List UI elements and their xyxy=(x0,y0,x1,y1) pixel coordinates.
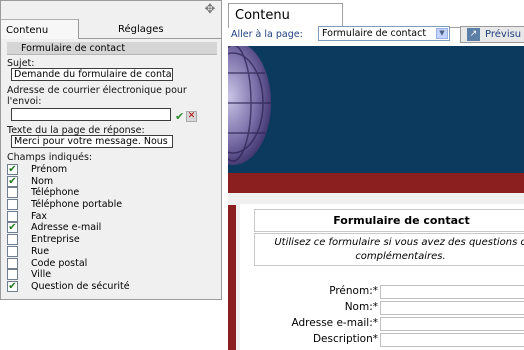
close-icon[interactable]: ✕ xyxy=(186,111,197,122)
email-label-line1: Adresse de courrier électronique pour xyxy=(7,85,187,96)
form-label-prenom: Prénom:* xyxy=(329,285,378,297)
checkbox-nom[interactable]: ✔ xyxy=(7,175,18,187)
editor-tabs: Contenu Réglages xyxy=(1,19,221,39)
checkbox-code-postal[interactable] xyxy=(7,257,18,269)
accent-band xyxy=(228,173,524,193)
globe-graphic xyxy=(228,46,271,165)
goto-page-label: Aller à la page: xyxy=(231,29,303,40)
preview-button[interactable]: ↗ Prévisu xyxy=(460,26,524,43)
checkbox-telephone-portable[interactable] xyxy=(7,199,18,211)
field-row-email: ✔ Adresse e-mail xyxy=(7,222,207,234)
field-checklist: ✔ Prénom ✔ Nom Téléphone Téléphone porta… xyxy=(7,164,207,293)
page-select[interactable]: Formulaire de contact ▼ xyxy=(318,26,450,41)
field-label-fax: Fax xyxy=(31,210,48,222)
field-row-code-postal: Code postal xyxy=(7,257,207,270)
email-label-line2: l'envoi: xyxy=(7,96,42,107)
checkbox-fax[interactable] xyxy=(7,210,18,222)
field-row-telephone: Téléphone xyxy=(7,187,207,199)
section-title: Formulaire de contact xyxy=(7,42,217,55)
form-label-email: Adresse e-mail:* xyxy=(291,317,378,329)
checkbox-prenom[interactable]: ✔ xyxy=(7,164,18,175)
field-label-entreprise: Entreprise xyxy=(31,234,80,246)
field-row-question-securite: ✔ Question de sécurité xyxy=(7,280,207,293)
checkbox-question-securite[interactable]: ✔ xyxy=(7,280,18,292)
chevron-down-icon[interactable]: ▼ xyxy=(436,28,448,39)
tab-contenu[interactable]: Contenu xyxy=(1,19,79,39)
checkbox-ville[interactable] xyxy=(7,269,18,281)
checkbox-telephone[interactable] xyxy=(7,187,18,199)
tab-reglages[interactable]: Réglages xyxy=(113,19,203,39)
page-select-value: Formulaire de contact xyxy=(322,28,427,39)
checkmark-icon[interactable]: ✔ xyxy=(175,111,184,123)
field-row-ville: Ville xyxy=(7,269,207,281)
reply-input[interactable]: Merci pour votre message. Nous xyxy=(11,135,173,148)
move-icon[interactable]: ✥ xyxy=(203,3,217,17)
field-row-nom: ✔ Nom xyxy=(7,175,207,188)
form-label-description: Description* xyxy=(312,333,378,345)
tab-contenu-main[interactable]: Contenu xyxy=(228,3,343,28)
accent-stripe xyxy=(228,205,236,350)
field-label-telephone: Téléphone xyxy=(31,187,80,199)
form-intro-line1: Utilisez ce formulaire si vous avez des … xyxy=(274,237,524,248)
editor-panel: ✥ Contenu Réglages Formulaire de contact… xyxy=(0,0,222,300)
preview-label: Prévisu xyxy=(485,29,522,40)
field-label-ville: Ville xyxy=(31,269,52,281)
form-label-nom: Nom:* xyxy=(344,301,378,313)
field-row-fax: Fax xyxy=(7,210,207,223)
field-row-rue: Rue xyxy=(7,245,207,258)
field-label-telephone-portable: Téléphone portable xyxy=(31,199,123,211)
field-row-telephone-portable: Téléphone portable xyxy=(7,199,207,211)
checkbox-entreprise[interactable] xyxy=(7,234,18,246)
email-input[interactable] xyxy=(11,108,171,121)
field-label-code-postal: Code postal xyxy=(31,257,88,269)
field-label-nom: Nom xyxy=(31,175,54,187)
checkbox-email[interactable]: ✔ xyxy=(7,222,18,234)
form-input-prenom[interactable] xyxy=(380,285,524,299)
fields-label: Champs indiqués: xyxy=(7,152,93,163)
subject-input[interactable]: Demande du formulaire de contact xyxy=(11,68,173,81)
form-intro-line2: complémentaires. xyxy=(355,251,446,262)
form-input-description[interactable] xyxy=(380,333,524,347)
field-row-prenom: ✔ Prénom xyxy=(7,164,207,176)
form-intro: Utilisez ce formulaire si vous avez des … xyxy=(254,233,524,266)
form-title: Formulaire de contact xyxy=(254,209,524,232)
field-label-question-securite: Question de sécurité xyxy=(31,280,130,292)
field-label-prenom: Prénom xyxy=(31,164,68,175)
field-label-email: Adresse e-mail xyxy=(31,222,102,234)
form-input-nom[interactable] xyxy=(380,301,524,315)
header-banner xyxy=(228,46,524,173)
field-label-rue: Rue xyxy=(31,245,50,257)
form-input-email[interactable] xyxy=(380,317,524,331)
preview-icon: ↗ xyxy=(467,28,480,41)
checkbox-rue[interactable] xyxy=(7,245,18,257)
field-row-entreprise: Entreprise xyxy=(7,234,207,246)
